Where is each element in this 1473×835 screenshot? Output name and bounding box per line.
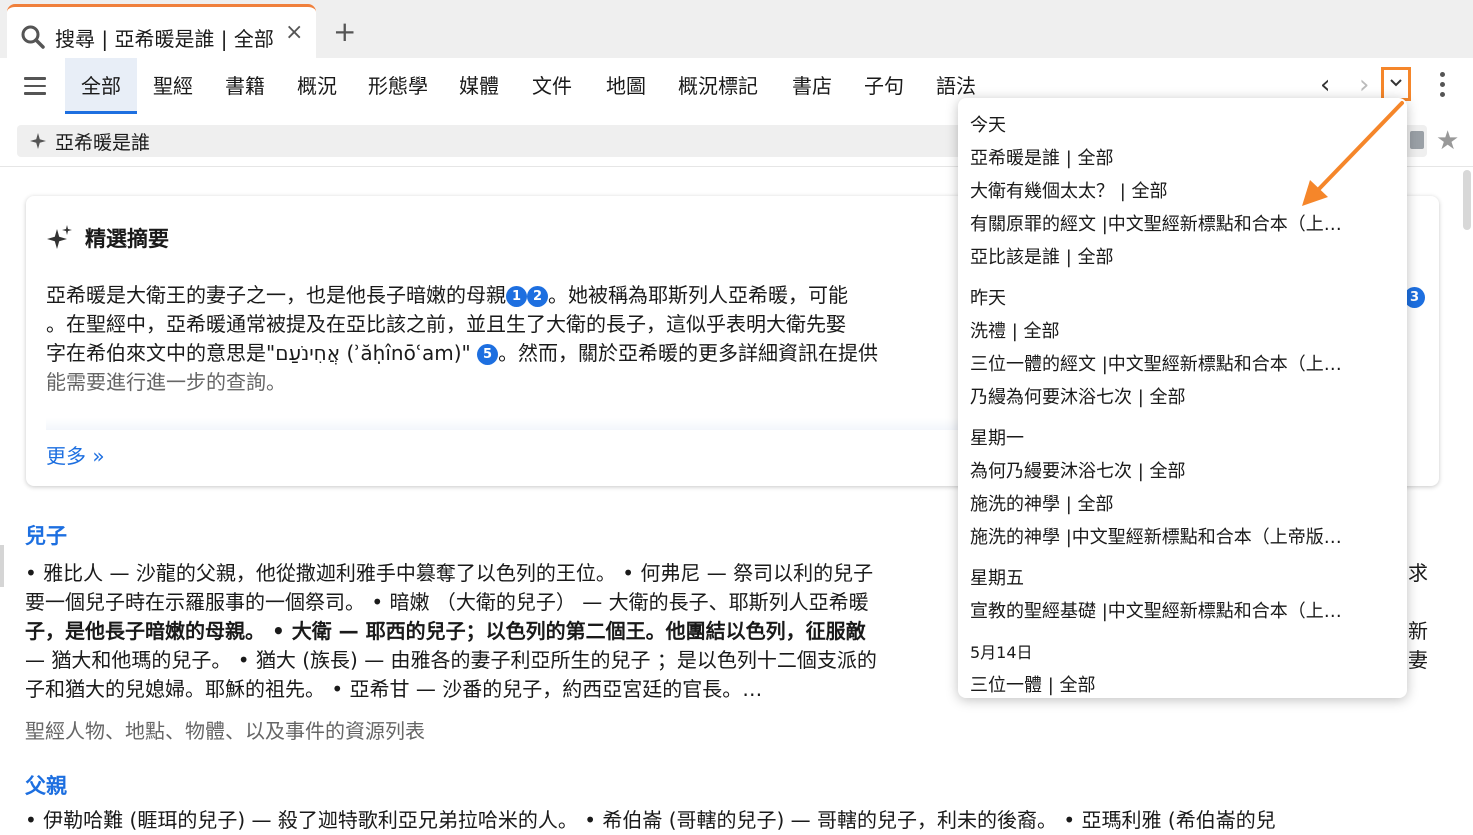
history-date-header: 今天 (970, 115, 1006, 136)
tab-kind-5[interactable]: 媒體 (446, 58, 512, 114)
close-tab-icon[interactable]: × (285, 21, 303, 45)
citation-badge[interactable]: 5 (477, 344, 499, 365)
history-item[interactable]: 施洗的神學 |中文聖經新標點和合本（上帝版… (970, 524, 1342, 552)
faded-text-preview (46, 418, 1046, 430)
history-item[interactable]: 大衛有幾個太太？ | 全部 (970, 178, 1168, 206)
history-dropdown-button[interactable] (1381, 67, 1411, 101)
search-icon (21, 25, 45, 49)
result-source[interactable]: 聖經人物、地點、物體、以及事件的資源列表 (25, 715, 425, 744)
citation-badge[interactable]: 3 (1404, 287, 1425, 308)
scroll-right-icon[interactable]: › (1359, 70, 1369, 100)
citation-badge[interactable]: 1 (506, 286, 527, 307)
scroll-left-icon[interactable]: ‹ (1320, 70, 1330, 100)
history-date-header: 星期一 (970, 428, 1024, 449)
tab-kind-7[interactable]: 地圖 (593, 58, 659, 114)
history-item[interactable]: 宣教的聖經基礎 |中文聖經新標點和合本（上… (970, 598, 1342, 626)
tab-kind-10[interactable]: 子句 (851, 58, 917, 114)
summary-line: 字在希伯來文中的意思是"אֲחִינֹעַם (ʾăḥînōʿam)" (46, 341, 471, 365)
tab-kind-9[interactable]: 書店 (779, 58, 845, 114)
summary-line: 能需要進行進一步的查詢。 (46, 370, 286, 394)
summary-line: 。然而，關於亞希暖的更多詳細資訊在提供 (498, 341, 879, 365)
search-query: 亞希暖是誰 (55, 132, 151, 154)
chevron-down-icon (1390, 79, 1402, 87)
more-options-icon[interactable] (1440, 72, 1446, 102)
tab-kind-1[interactable]: 聖經 (140, 58, 206, 114)
history-date-header: 昨天 (970, 288, 1006, 309)
history-item[interactable]: 有關原罪的經文 |中文聖經新標點和合本（上… (970, 211, 1342, 239)
history-item[interactable]: 亞比該是誰 | 全部 (970, 244, 1114, 272)
tab-kind-8[interactable]: 概況標記 (664, 58, 772, 114)
side-divider (0, 545, 4, 587)
search-history-dropdown: 今天亞希暖是誰 | 全部大衛有幾個太太？ | 全部有關原罪的經文 |中文聖經新標… (958, 98, 1407, 698)
favorite-star-icon[interactable]: ★ (1436, 126, 1459, 156)
result-title-sons[interactable]: 兒子 (25, 520, 67, 550)
citation-badge[interactable]: 2 (527, 286, 548, 307)
snippet-fragment: 妻 (1408, 648, 1428, 672)
tab-kind-6[interactable]: 文件 (519, 58, 585, 114)
history-item[interactable]: 三位一體的經文 |中文聖經新標點和合本（上… (970, 351, 1342, 379)
history-item[interactable]: 洗禮 | 全部 (970, 318, 1060, 346)
history-item[interactable]: 施洗的神學 | 全部 (970, 491, 1114, 519)
sparkle-icon (47, 225, 72, 249)
sparkle-icon (30, 133, 46, 149)
tab-title: 搜尋 | 亞希暖是誰 | 全部 (55, 27, 274, 51)
tab-kind-3[interactable]: 概況 (284, 58, 350, 114)
summary-line: 。在聖經中，亞希暖通常被提及在亞比該之前，並且生了大衛的長子，這似乎表明大衛先娶 (46, 312, 846, 336)
summary-line: 。她被稱為耶斯列人亞希暖，可能 (548, 283, 848, 307)
menu-icon[interactable] (24, 77, 46, 95)
history-item[interactable]: 亞希暖是誰 | 全部 (970, 145, 1114, 173)
tab-search[interactable]: 搜尋 | 亞希暖是誰 | 全部 × (7, 4, 316, 58)
snippet-fragment: 新 (1408, 619, 1428, 643)
new-tab-button[interactable]: + (333, 18, 356, 46)
keyboard-icon[interactable] (1410, 131, 1424, 149)
tab-strip: 搜尋 | 亞希暖是誰 | 全部 × + (0, 0, 1473, 58)
history-item[interactable]: 為何乃縵要沐浴七次 | 全部 (970, 458, 1186, 486)
history-date-header: 星期五 (970, 568, 1024, 589)
snippet-fragment: 求 (1408, 561, 1428, 585)
more-link[interactable]: 更多 » (46, 440, 105, 469)
history-date-header: 5月14日 (970, 643, 1033, 662)
result-title-fathers[interactable]: 父親 (25, 770, 67, 800)
history-item[interactable]: 三位一體 | 全部 (970, 672, 1096, 698)
tab-kind-2[interactable]: 書籍 (212, 58, 278, 114)
summary-title: 精選摘要 (85, 227, 169, 251)
history-item[interactable]: 乃縵為何要沐浴七次 | 全部 (970, 384, 1186, 412)
tab-all[interactable]: 全部 (65, 58, 137, 114)
tab-kind-4[interactable]: 形態學 (356, 58, 440, 114)
scrollbar[interactable] (1463, 170, 1471, 230)
summary-line: 亞希暖是大衛王的妻子之一，也是他長子暗嫩的母親 (46, 283, 506, 307)
